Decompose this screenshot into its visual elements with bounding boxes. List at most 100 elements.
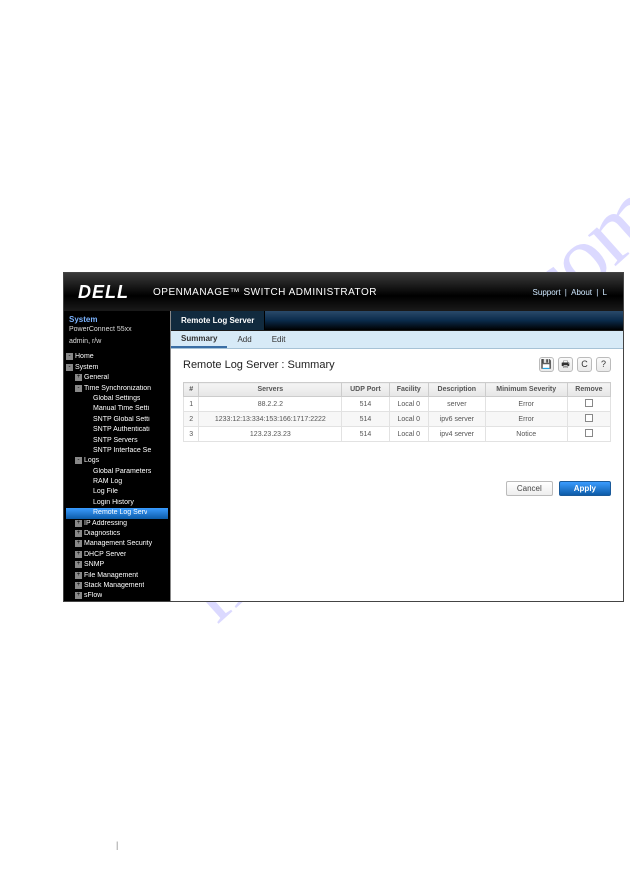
link-about[interactable]: About xyxy=(571,288,592,297)
collapse-icon[interactable]: - xyxy=(66,364,73,371)
tree-label: Time Synchronization xyxy=(84,385,151,393)
tree-spacer xyxy=(84,499,91,506)
tree-label: Logs xyxy=(84,457,99,465)
tree-node-2[interactable]: +General xyxy=(66,373,168,383)
tree-node-15[interactable]: Remote Log Serv xyxy=(66,508,168,518)
tree-node-0[interactable]: -Home xyxy=(66,352,168,362)
cell-num: 3 xyxy=(184,427,199,442)
tree-node-6[interactable]: SNTP Global Setti xyxy=(66,415,168,425)
print-icon[interactable]: 🖶 xyxy=(558,357,573,372)
cell-port: 514 xyxy=(342,412,389,427)
tree-node-5[interactable]: Manual Time Setti xyxy=(66,404,168,414)
help-icon[interactable]: ? xyxy=(596,357,611,372)
cell-sev: Error xyxy=(485,412,567,427)
tree-node-20[interactable]: +SNMP xyxy=(66,560,168,570)
link-l[interactable]: L xyxy=(603,288,607,297)
th-remove: Remove xyxy=(567,383,610,397)
tree-label: Remote Log Serv xyxy=(93,509,147,517)
expand-icon[interactable]: + xyxy=(75,572,82,579)
tree-label: SNTP Global Setti xyxy=(93,416,150,424)
nav-tree: -Home-System+General-Time Synchronizatio… xyxy=(64,350,170,601)
page-title: Remote Log Server : Summary xyxy=(183,359,335,371)
tree-node-3[interactable]: -Time Synchronization xyxy=(66,384,168,394)
tree-node-13[interactable]: Log File xyxy=(66,487,168,497)
tree-node-21[interactable]: +File Management xyxy=(66,571,168,581)
subtab-edit[interactable]: Edit xyxy=(262,331,296,348)
tree-spacer xyxy=(84,468,91,475)
cancel-button[interactable]: Cancel xyxy=(506,481,553,496)
tree-label: Manual Time Setti xyxy=(93,405,149,413)
save-icon[interactable]: 💾 xyxy=(539,357,554,372)
cell-port: 514 xyxy=(342,397,389,412)
expand-icon[interactable]: + xyxy=(75,540,82,547)
cell-port: 514 xyxy=(342,427,389,442)
tree-spacer xyxy=(84,437,91,444)
tree-label: Login History xyxy=(93,499,134,507)
figure-caption: Figure 6-15. Remote Log Server xyxy=(200,625,352,636)
expand-icon[interactable]: + xyxy=(75,561,82,568)
tree-node-11[interactable]: Global Parameters xyxy=(66,467,168,477)
tree-label: SNMP xyxy=(84,561,104,569)
tree-node-8[interactable]: SNTP Servers xyxy=(66,436,168,446)
tab-title: Remote Log Server xyxy=(171,311,265,330)
cell-facility: Local 0 xyxy=(389,427,428,442)
tree-spacer xyxy=(84,405,91,412)
tree-label: Home xyxy=(75,353,94,361)
tree-label: SNTP Interface Se xyxy=(93,447,151,455)
collapse-icon[interactable]: - xyxy=(66,353,73,360)
expand-icon[interactable]: + xyxy=(75,530,82,537)
tree-node-7[interactable]: SNTP Authenticati xyxy=(66,425,168,435)
expand-icon[interactable]: + xyxy=(75,374,82,381)
subtab-add[interactable]: Add xyxy=(227,331,261,348)
remove-checkbox[interactable] xyxy=(585,414,593,422)
expand-icon[interactable]: + xyxy=(75,551,82,558)
content-area: Remote Log Server Summary Add Edit Remot… xyxy=(170,311,623,601)
th-desc: Description xyxy=(429,383,486,397)
tree-node-18[interactable]: +Management Security xyxy=(66,539,168,549)
cell-num: 2 xyxy=(184,412,199,427)
cell-server: 123.23.23.23 xyxy=(199,427,342,442)
sub-tabs: Summary Add Edit xyxy=(171,331,623,349)
tree-spacer xyxy=(84,426,91,433)
tree-node-16[interactable]: +IP Addressing xyxy=(66,519,168,529)
th-port: UDP Port xyxy=(342,383,389,397)
tree-label: Global Parameters xyxy=(93,468,151,476)
main-panel: Remote Log Server : Summary 💾 🖶 C ? # xyxy=(171,349,623,601)
tree-node-10[interactable]: -Logs xyxy=(66,456,168,466)
remove-checkbox[interactable] xyxy=(585,429,593,437)
table-row: 3123.23.23.23514Local 0ipv4 serverNotice xyxy=(184,427,611,442)
collapse-icon[interactable]: - xyxy=(75,385,82,392)
link-support[interactable]: Support xyxy=(533,288,561,297)
cell-desc: server xyxy=(429,397,486,412)
page-number: | xyxy=(110,840,124,850)
tree-label: RAM Log xyxy=(93,478,122,486)
tree-node-4[interactable]: Global Settings xyxy=(66,394,168,404)
collapse-icon[interactable]: - xyxy=(75,457,82,464)
remove-checkbox[interactable] xyxy=(585,399,593,407)
refresh-icon[interactable]: C xyxy=(577,357,592,372)
expand-icon[interactable]: + xyxy=(75,592,82,599)
subtab-summary[interactable]: Summary xyxy=(171,331,227,348)
apply-button[interactable]: Apply xyxy=(559,481,611,496)
top-links: Support | About | L xyxy=(531,288,609,297)
tree-node-22[interactable]: +Stack Management xyxy=(66,581,168,591)
cell-facility: Local 0 xyxy=(389,397,428,412)
tree-node-14[interactable]: Login History xyxy=(66,498,168,508)
tree-node-23[interactable]: +sFlow xyxy=(66,591,168,601)
tree-spacer xyxy=(84,478,91,485)
expand-icon[interactable]: + xyxy=(75,520,82,527)
tree-label: DHCP Server xyxy=(84,551,126,559)
tree-node-9[interactable]: SNTP Interface Se xyxy=(66,446,168,456)
user-info: admin, r/w xyxy=(64,338,170,350)
table-row: 188.2.2.2514Local 0serverError xyxy=(184,397,611,412)
tree-node-17[interactable]: +Diagnostics xyxy=(66,529,168,539)
tree-node-19[interactable]: +DHCP Server xyxy=(66,550,168,560)
app-header: DELL OPENMANAGE™ SWITCH ADMINISTRATOR Su… xyxy=(64,273,623,311)
th-num: # xyxy=(184,383,199,397)
body-paragraph: To modify a remote log server, click Edi… xyxy=(105,670,379,679)
tree-node-12[interactable]: RAM Log xyxy=(66,477,168,487)
tree-node-1[interactable]: -System xyxy=(66,363,168,373)
system-label: System xyxy=(64,311,170,326)
table-row: 21233:12:13:334:153:166:1717:2222514Loca… xyxy=(184,412,611,427)
expand-icon[interactable]: + xyxy=(75,582,82,589)
